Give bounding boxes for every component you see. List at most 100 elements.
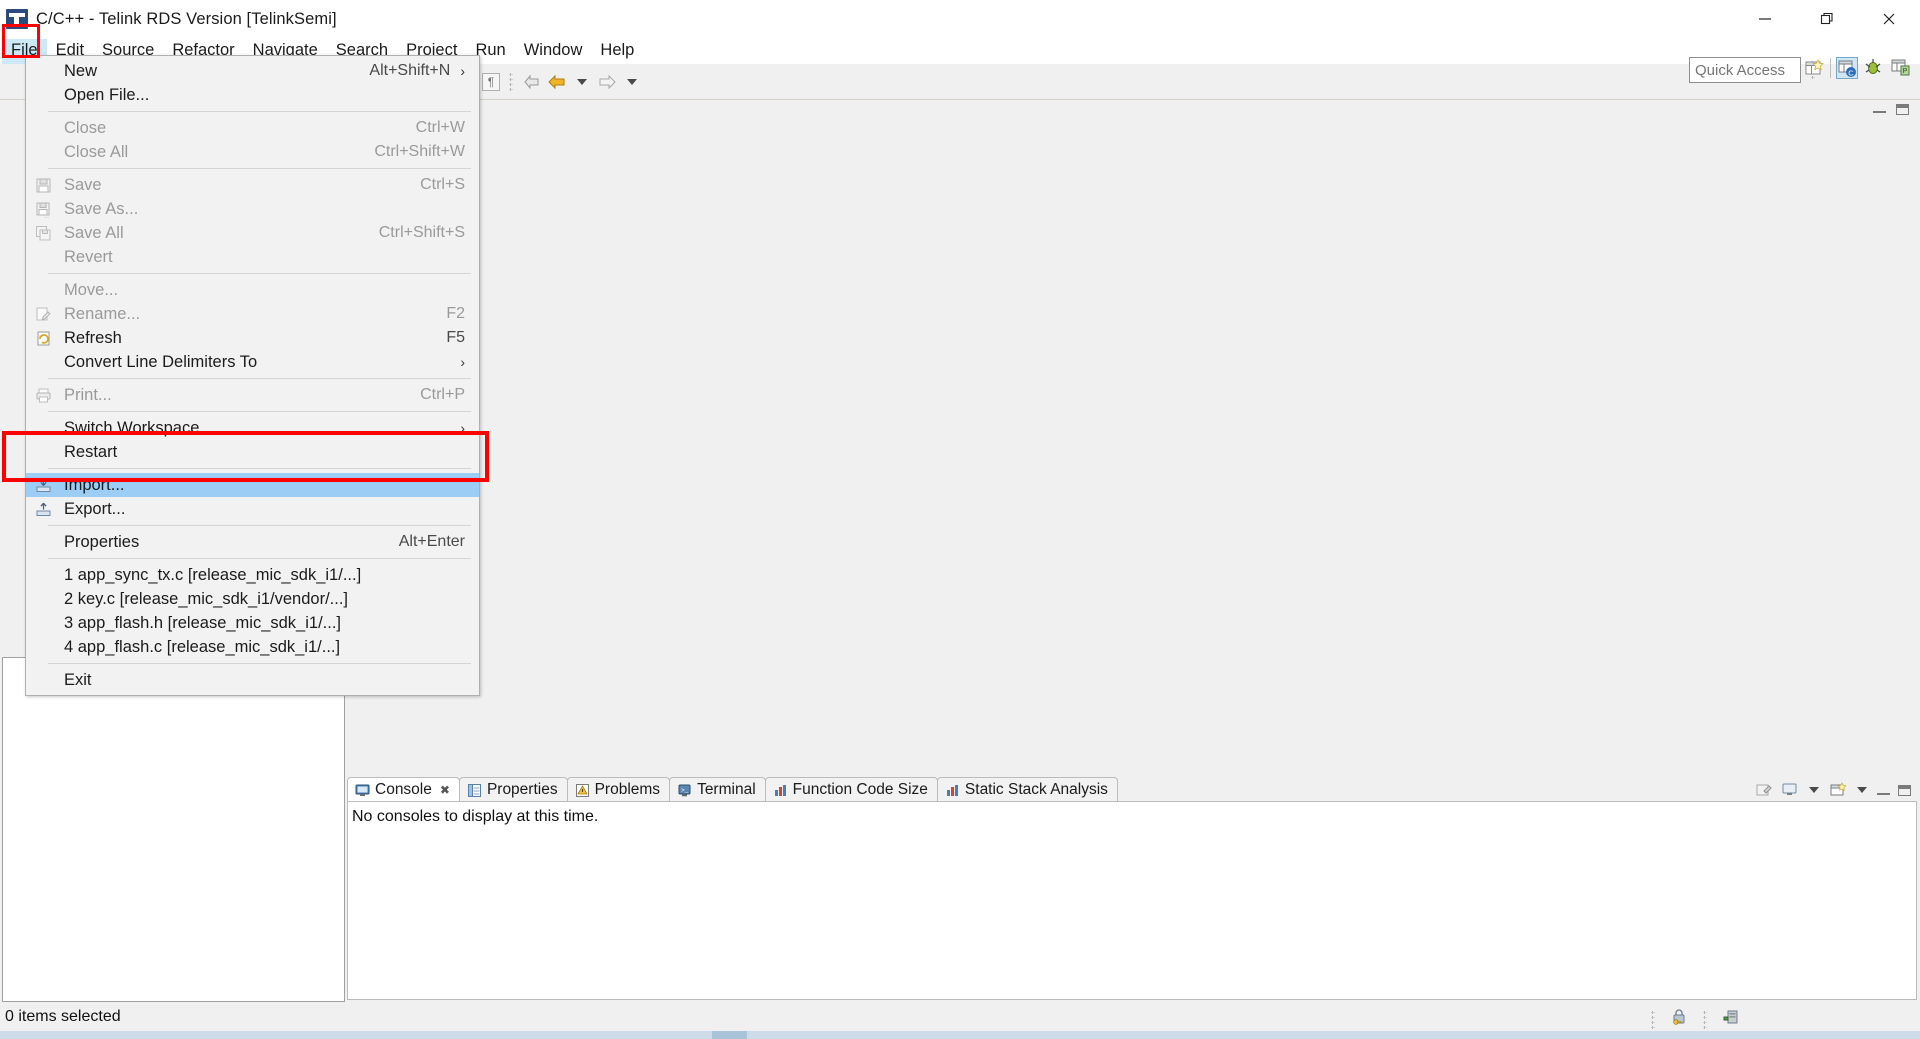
back-dropdown-icon[interactable] xyxy=(577,79,587,85)
tab-function-code-size[interactable]: Function Code Size xyxy=(765,777,938,802)
tab-problems-label: Problems xyxy=(595,781,660,799)
editor-view-buttons xyxy=(1873,104,1909,115)
tab-problems[interactable]: Problems xyxy=(567,777,670,802)
window-controls xyxy=(1734,0,1920,38)
lock-icon xyxy=(1670,1008,1688,1031)
editor-area xyxy=(347,102,1917,772)
menu-item-export[interactable]: Export... xyxy=(26,497,479,521)
menu-item-accel: Ctrl+W xyxy=(416,119,465,137)
menu-item-recent-1[interactable]: 1 app_sync_tx.c [release_mic_sdk_i1/...] xyxy=(26,563,479,587)
menu-item-label: Exit xyxy=(64,671,465,690)
tab-console-label: Console xyxy=(375,781,432,799)
new-perspective-icon[interactable] xyxy=(1803,57,1825,79)
svg-text:...: ... xyxy=(44,214,49,218)
menu-separator xyxy=(48,168,471,169)
menu-item-move: Move... xyxy=(26,278,479,302)
menu-help[interactable]: Help xyxy=(591,39,643,64)
console-output-area[interactable]: No consoles to display at this time. xyxy=(347,801,1917,1000)
console-tabstrip: Console ✖ Properties xyxy=(347,776,1117,802)
back-history-icon[interactable] xyxy=(518,69,544,95)
toolbar-drag-handle[interactable] xyxy=(509,72,513,92)
chevron-right-icon: › xyxy=(460,63,465,79)
menu-item-label: Close xyxy=(64,119,396,138)
menu-item-recent-4[interactable]: 4 app_flash.c [release_mic_sdk_i1/...] xyxy=(26,635,479,659)
refresh-icon xyxy=(35,330,52,347)
menu-item-revert: Revert xyxy=(26,245,479,269)
menu-item-label: New xyxy=(64,62,349,81)
console-maximize-icon[interactable] xyxy=(1898,785,1911,796)
open-dropdown-icon[interactable] xyxy=(1857,787,1867,793)
menu-separator xyxy=(48,273,471,274)
menu-item-label: Save As... xyxy=(64,200,465,219)
open-console-icon[interactable] xyxy=(1829,782,1847,798)
editor-maximize-icon[interactable] xyxy=(1896,104,1909,115)
menu-item-save-all: Save All Ctrl+Shift+S xyxy=(26,221,479,245)
menu-item-label: Save All xyxy=(64,224,359,243)
cpp-perspective-icon[interactable]: C xyxy=(1836,57,1858,79)
tab-properties-label: Properties xyxy=(487,781,558,799)
menu-item-new[interactable]: New Alt+Shift+N › xyxy=(26,59,479,83)
menu-item-accel: Alt+Enter xyxy=(399,533,465,551)
chevron-right-icon: › xyxy=(460,420,465,436)
menu-item-label: Properties xyxy=(64,533,379,552)
svg-text:P: P xyxy=(1903,68,1908,75)
plugin-perspective-icon[interactable]: P xyxy=(1890,57,1912,79)
menu-item-convert-line-delimiters[interactable]: Convert Line Delimiters To › xyxy=(26,350,479,374)
window-title: C/C++ - Telink RDS Version [TelinkSemi] xyxy=(36,10,337,29)
taskbar-active-window[interactable] xyxy=(712,1031,747,1039)
menu-separator xyxy=(48,558,471,559)
menu-separator xyxy=(48,663,471,664)
menu-item-switch-workspace[interactable]: Switch Workspace › xyxy=(26,416,479,440)
forward-dropdown-icon[interactable] xyxy=(627,79,637,85)
pilcrow-icon[interactable]: ¶ xyxy=(478,69,504,95)
menu-item-properties[interactable]: Properties Alt+Enter xyxy=(26,530,479,554)
menu-item-recent-3[interactable]: 3 app_flash.h [release_mic_sdk_i1/...] xyxy=(26,611,479,635)
back-icon[interactable] xyxy=(544,69,570,95)
clear-console-icon[interactable] xyxy=(1755,782,1773,798)
display-console-icon[interactable] xyxy=(1781,782,1799,798)
menu-separator xyxy=(48,111,471,112)
file-dropdown-menu: New Alt+Shift+N › Open File... Close Ctr… xyxy=(25,55,480,696)
display-dropdown-icon[interactable] xyxy=(1809,787,1819,793)
quick-access-input[interactable] xyxy=(1689,57,1801,83)
menu-item-label: Open File... xyxy=(64,86,465,105)
close-icon[interactable]: ✖ xyxy=(440,783,450,797)
forward-icon[interactable] xyxy=(594,69,620,95)
menu-item-recent-2[interactable]: 2 key.c [release_mic_sdk_i1/vendor/...] xyxy=(26,587,479,611)
tab-static-stack-analysis[interactable]: Static Stack Analysis xyxy=(937,777,1118,802)
menu-item-restart[interactable]: Restart xyxy=(26,440,479,464)
menu-item-accel: Alt+Shift+N xyxy=(369,62,450,80)
server-icon xyxy=(1722,1008,1740,1031)
tab-properties[interactable]: Properties xyxy=(459,777,568,802)
save-all-icon xyxy=(35,225,52,242)
menu-item-save-as: ... Save As... xyxy=(26,197,479,221)
menu-item-exit[interactable]: Exit xyxy=(26,668,479,692)
close-icon[interactable] xyxy=(1858,0,1920,38)
menu-item-label: Convert Line Delimiters To xyxy=(64,353,450,372)
menu-item-label: 2 key.c [release_mic_sdk_i1/vendor/...] xyxy=(64,590,465,609)
menu-item-accel: Ctrl+S xyxy=(420,176,465,194)
minimize-icon[interactable] xyxy=(1734,0,1796,38)
menu-separator xyxy=(48,411,471,412)
import-icon xyxy=(35,477,52,494)
project-explorer-tree[interactable] xyxy=(2,657,345,1002)
menu-item-import[interactable]: Import... xyxy=(26,473,479,497)
menu-separator xyxy=(48,468,471,469)
editor-minimize-icon[interactable] xyxy=(1873,104,1886,113)
svg-text:>_: >_ xyxy=(681,787,689,794)
menu-item-open-file[interactable]: Open File... xyxy=(26,83,479,107)
tab-terminal[interactable]: >_ Terminal xyxy=(669,777,766,802)
debug-perspective-icon[interactable] xyxy=(1863,57,1885,79)
tab-console[interactable]: Console ✖ xyxy=(347,777,460,802)
restore-icon[interactable] xyxy=(1796,0,1858,38)
perspective-switcher: C P xyxy=(1803,57,1912,79)
menu-item-accel: Ctrl+Shift+W xyxy=(374,143,465,161)
console-minimize-icon[interactable] xyxy=(1877,786,1890,795)
menu-item-refresh[interactable]: Refresh F5 xyxy=(26,326,479,350)
os-taskbar xyxy=(0,1031,1920,1039)
menu-separator xyxy=(48,525,471,526)
menu-item-label: Export... xyxy=(64,500,465,519)
menu-window[interactable]: Window xyxy=(515,39,592,64)
menu-item-close: Close Ctrl+W xyxy=(26,116,479,140)
menu-item-label: Refresh xyxy=(64,329,426,348)
